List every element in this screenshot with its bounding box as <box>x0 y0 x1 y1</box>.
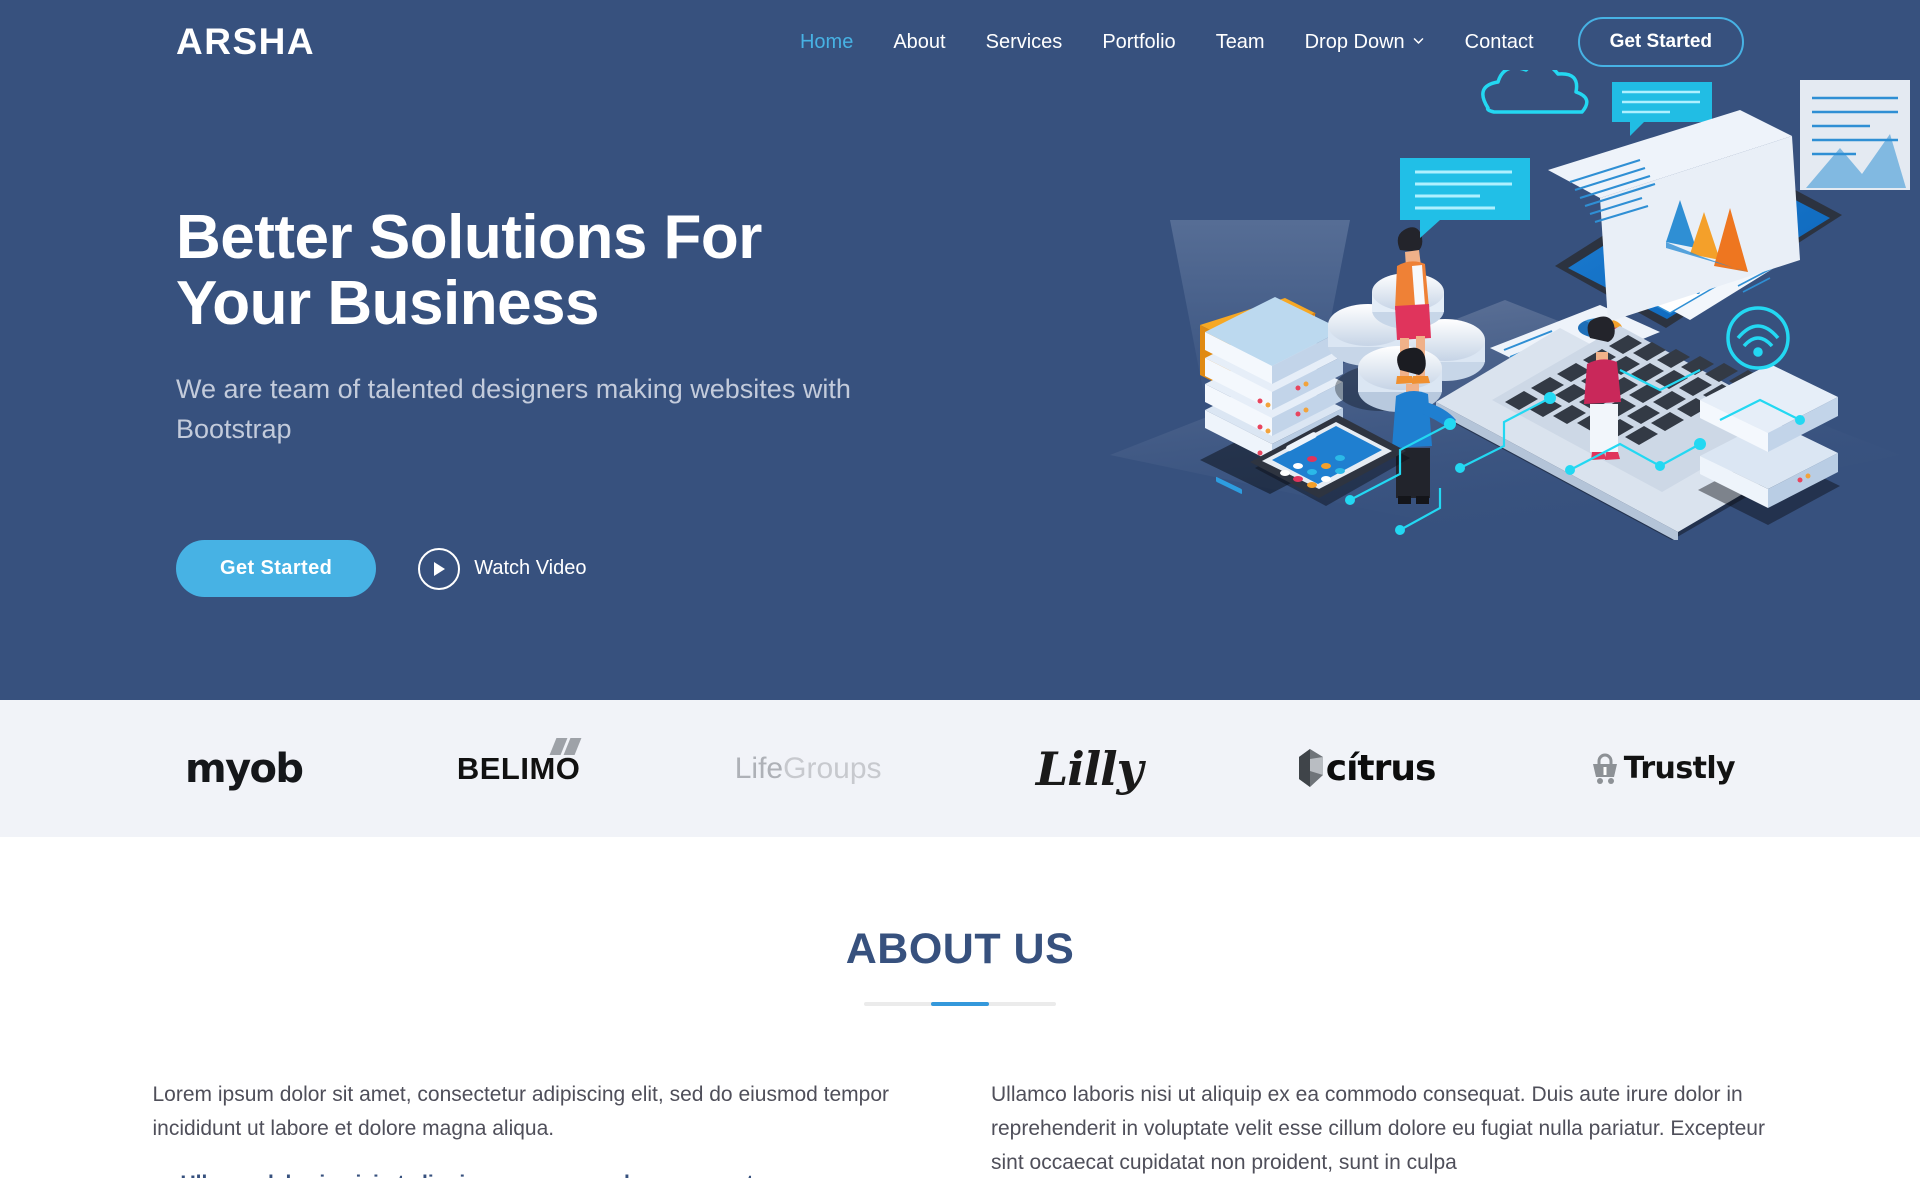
lilly-wordmark: Lilly <box>1035 741 1143 796</box>
about-heading-block: ABOUT US <box>0 837 1920 1006</box>
hero-cta-group: Get Started Watch Video <box>176 540 587 597</box>
hero-section: ARSHA Home About Services Portfolio Team <box>0 0 1920 700</box>
about-left-paragraph: Lorem ipsum dolor sit amet, consectetur … <box>152 1083 890 1141</box>
watch-video-button[interactable]: Watch Video <box>418 547 587 590</box>
site-logo[interactable]: ARSHA <box>176 21 315 63</box>
cart-lock-icon <box>1590 753 1620 785</box>
hero-title-line-1: Better Solutions For <box>176 203 762 272</box>
hero-get-started-button[interactable]: Get Started <box>176 540 377 597</box>
about-left-column: Lorem ipsum dolor sit amet, consectetur … <box>153 1078 930 1178</box>
client-logo-lilly[interactable]: Lilly <box>1036 739 1143 799</box>
hero-illustration <box>1100 61 1910 542</box>
nav-label: Services <box>985 30 1063 53</box>
nav-label: Portfolio <box>1102 30 1176 53</box>
list-item-label: Ullamco laboris nisi ut aliquip ex ea co… <box>181 1172 760 1178</box>
nav-get-started-button[interactable]: Get Started <box>1577 17 1744 67</box>
nav-item-about[interactable]: About <box>873 31 965 54</box>
about-right-paragraph: Ullamco laboris nisi ut aliquip ex ea co… <box>991 1083 1765 1175</box>
about-title: ABOUT US <box>845 925 1075 973</box>
nav-item-home[interactable]: Home <box>780 31 873 54</box>
about-right-column: Ullamco laboris nisi ut aliquip ex ea co… <box>991 1078 1768 1178</box>
watch-video-label: Watch Video <box>474 557 587 579</box>
about-columns: Lorem ipsum dolor sit amet, consectetur … <box>153 1078 1768 1178</box>
about-feature-list: Ullamco laboris nisi ut aliquip ex ea co… <box>153 1172 930 1178</box>
lifegroups-wordmark: LifeGroups <box>734 751 882 785</box>
citrus-wordmark: cítrus <box>1297 748 1436 789</box>
nav-item-portfolio[interactable]: Portfolio <box>1082 31 1195 54</box>
chevron-down-icon <box>1412 34 1425 47</box>
nav-label: Drop Down <box>1304 30 1405 53</box>
myob-wordmark: myob <box>185 745 304 792</box>
landing-page: ARSHA Home About Services Portfolio Team <box>0 0 1920 1178</box>
nav-label: Home <box>799 30 854 53</box>
nav-label: About <box>893 30 946 53</box>
clients-logo-row: myob BELIMO LifeGroups Lilly cítrus Trus… <box>175 737 1745 799</box>
list-item: Ullamco laboris nisi ut aliquip ex ea co… <box>153 1172 930 1178</box>
client-logo-trustly[interactable]: Trustly <box>1590 739 1736 799</box>
citrus-mark-icon <box>1297 748 1323 789</box>
trustly-wordmark: Trustly <box>1590 751 1736 786</box>
hero-text-block: Better Solutions For Your Business We ar… <box>176 205 966 449</box>
nav-links: Home About Services Portfolio Team Drop … <box>780 17 1744 67</box>
nav-item-drop-down[interactable]: Drop Down <box>1285 31 1445 54</box>
belimo-wordmark: BELIMO <box>457 737 582 787</box>
nav-item-contact[interactable]: Contact <box>1445 31 1554 54</box>
client-logo-citrus[interactable]: cítrus <box>1297 739 1436 799</box>
title-underline-decoration <box>864 1002 1056 1006</box>
clients-section: myob BELIMO LifeGroups Lilly cítrus Trus… <box>0 700 1920 837</box>
nav-label: Team <box>1215 30 1265 53</box>
play-icon <box>418 547 461 590</box>
main-navbar: ARSHA Home About Services Portfolio Team <box>0 0 1920 84</box>
client-logo-myob[interactable]: myob <box>185 739 304 799</box>
hero-title-line-2: Your Business <box>176 268 600 338</box>
about-section: ABOUT US Lorem ipsum dolor sit amet, con… <box>0 837 1920 1178</box>
nav-label: Contact <box>1464 30 1534 53</box>
belimo-slashes-icon <box>549 737 582 755</box>
hero-title: Better Solutions For Your Business <box>176 205 966 336</box>
nav-item-team[interactable]: Team <box>1196 31 1285 54</box>
client-logo-belimo[interactable]: BELIMO <box>457 737 582 799</box>
nav-item-services[interactable]: Services <box>966 31 1083 54</box>
hero-subtitle: We are team of talented designers making… <box>176 374 851 444</box>
client-logo-lifegroups[interactable]: LifeGroups <box>735 739 882 799</box>
